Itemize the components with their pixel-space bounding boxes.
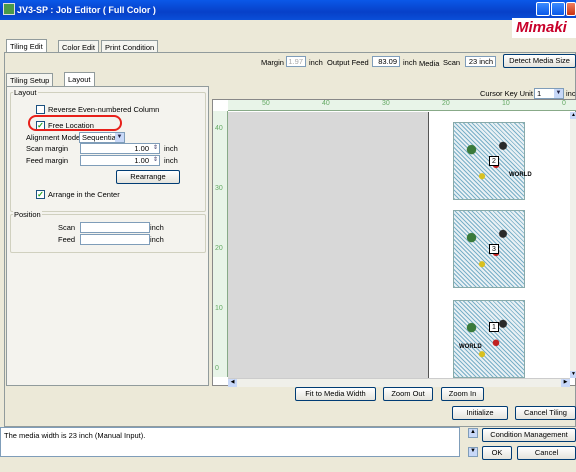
layout-preview[interactable]: 50 40 30 20 10 0 40 30 20 10 0 2 WORLD 3…: [212, 99, 576, 387]
horizontal-scrollbar[interactable]: ◀ ▶: [228, 378, 570, 387]
media-area: 2 WORLD 3 1 WORLD: [428, 112, 570, 378]
position-scan-label: Scan: [58, 223, 76, 232]
hruler-number: 50: [262, 100, 270, 107]
tab-tiling-setup[interactable]: Tiling Setup: [6, 73, 54, 87]
zoom-in-button[interactable]: Zoom In: [441, 387, 484, 401]
layout-group-label: Layout: [13, 88, 38, 97]
cancel-tiling-button[interactable]: Cancel Tiling: [515, 406, 576, 420]
scroll-right-icon[interactable]: ▶: [561, 379, 570, 387]
close-button[interactable]: [566, 2, 576, 16]
horizontal-ruler: 50 40 30 20 10 0: [228, 100, 576, 111]
position-scan-field[interactable]: [80, 222, 150, 233]
feed-margin-field[interactable]: 1.00: [80, 155, 160, 166]
rearrange-button[interactable]: Rearrange: [116, 170, 180, 184]
tile-page-number: 2: [489, 156, 499, 166]
hruler-number: 20: [442, 100, 450, 107]
alignment-mode-select[interactable]: Sequential ▼: [79, 132, 125, 143]
vruler-number: 40: [215, 125, 223, 132]
cursor-key-unit-value: 1: [537, 89, 542, 98]
cursor-key-unit-unit: inch: [566, 89, 576, 98]
media-scan-label: Scan: [443, 58, 461, 67]
status-message-box: The media width is 23 inch (Manual Input…: [0, 427, 460, 457]
feed-margin-spinner-icon[interactable]: ⇕: [153, 156, 158, 163]
scan-margin-unit: inch: [164, 144, 178, 153]
chevron-down-icon: ▼: [554, 89, 563, 98]
scan-margin-label: Scan margin: [26, 144, 69, 153]
status-message: The media width is 23 inch (Manual Input…: [4, 431, 146, 440]
arrange-center-checkbox[interactable]: ✓: [36, 190, 45, 199]
initialize-button[interactable]: Initialize: [452, 406, 508, 420]
output-feed-label: Output Feed: [327, 58, 369, 67]
position-group-label: Position: [13, 210, 42, 219]
cancel-button[interactable]: Cancel: [517, 446, 576, 460]
scroll-up-icon[interactable]: ▲: [570, 112, 576, 119]
vruler-number: 10: [215, 305, 223, 312]
hruler-number: 40: [322, 100, 330, 107]
alignment-mode-label: Alignment Mode: [26, 133, 81, 142]
alignment-mode-value: Sequential: [82, 133, 118, 142]
hruler-number: 10: [502, 100, 510, 107]
tile-image[interactable]: [453, 300, 525, 378]
position-feed-unit: inch: [150, 235, 164, 244]
window-title: JV3-SP : Job Editor ( Full Color ): [17, 5, 156, 15]
position-feed-field[interactable]: [80, 234, 150, 245]
media-label: Media: [419, 59, 440, 68]
maximize-button[interactable]: [551, 2, 565, 16]
title-bar: JV3-SP : Job Editor ( Full Color ): [0, 0, 576, 20]
tile-page-number: 3: [489, 244, 499, 254]
output-feed-field[interactable]: 83.09: [372, 56, 400, 67]
minimize-button[interactable]: [536, 2, 550, 16]
app-icon: [3, 3, 15, 15]
vruler-number: 30: [215, 185, 223, 192]
media-scan-field[interactable]: 23 inch: [465, 56, 496, 67]
tile-page-number: 1: [489, 322, 499, 332]
preview-canvas[interactable]: 2 WORLD 3 1 WORLD: [228, 112, 570, 378]
scroll-down-icon[interactable]: ▼: [570, 371, 576, 378]
status-scroll-up-icon[interactable]: ▲: [468, 428, 478, 438]
arrange-center-label: Arrange in the Center: [48, 190, 120, 199]
scroll-left-icon[interactable]: ◀: [228, 379, 237, 387]
vruler-number: 20: [215, 245, 223, 252]
position-feed-label: Feed: [58, 235, 76, 244]
feed-margin-unit: inch: [164, 156, 178, 165]
ok-button[interactable]: OK: [482, 446, 512, 460]
margin-unit: inch: [309, 58, 323, 67]
reverse-even-checkbox[interactable]: [36, 105, 45, 114]
tile-caption: WORLD: [459, 344, 482, 350]
chevron-down-icon: ▼: [115, 133, 124, 142]
layout-settings-panel: Layout Reverse Even-numbered Column ✓ Fr…: [6, 86, 209, 386]
vertical-ruler: 40 30 20 10 0: [213, 111, 228, 377]
scan-margin-field[interactable]: 1.00: [80, 143, 160, 154]
brand-logo: Mimaki: [512, 18, 576, 38]
cursor-key-unit-label: Cursor Key Unit: [480, 89, 533, 98]
scan-margin-spinner-icon[interactable]: ⇕: [153, 144, 158, 151]
fit-to-media-width-button[interactable]: Fit to Media Width: [295, 387, 376, 401]
vertical-scrollbar[interactable]: ▲ ▼: [570, 112, 576, 378]
hruler-number: 0: [562, 100, 566, 107]
detect-media-size-button[interactable]: Detect Media Size: [503, 54, 576, 68]
margin-label: Margin: [261, 58, 284, 67]
cursor-key-unit-select[interactable]: 1 ▼: [534, 88, 564, 99]
output-feed-unit: inch: [403, 58, 417, 67]
vruler-number: 0: [215, 365, 219, 372]
status-scroll-down-icon[interactable]: ▼: [468, 447, 478, 457]
tab-layout[interactable]: Layout: [64, 72, 95, 87]
hruler-number: 30: [382, 100, 390, 107]
margin-field[interactable]: 1.97: [286, 56, 306, 67]
highlight-oval: [28, 115, 122, 131]
position-scan-unit: inch: [150, 223, 164, 232]
tile-caption: WORLD: [509, 172, 532, 178]
condition-management-button[interactable]: Condition Management: [482, 428, 576, 442]
feed-margin-label: Feed margin: [26, 156, 69, 165]
reverse-even-label: Reverse Even-numbered Column: [48, 105, 160, 114]
zoom-out-button[interactable]: Zoom Out: [383, 387, 433, 401]
